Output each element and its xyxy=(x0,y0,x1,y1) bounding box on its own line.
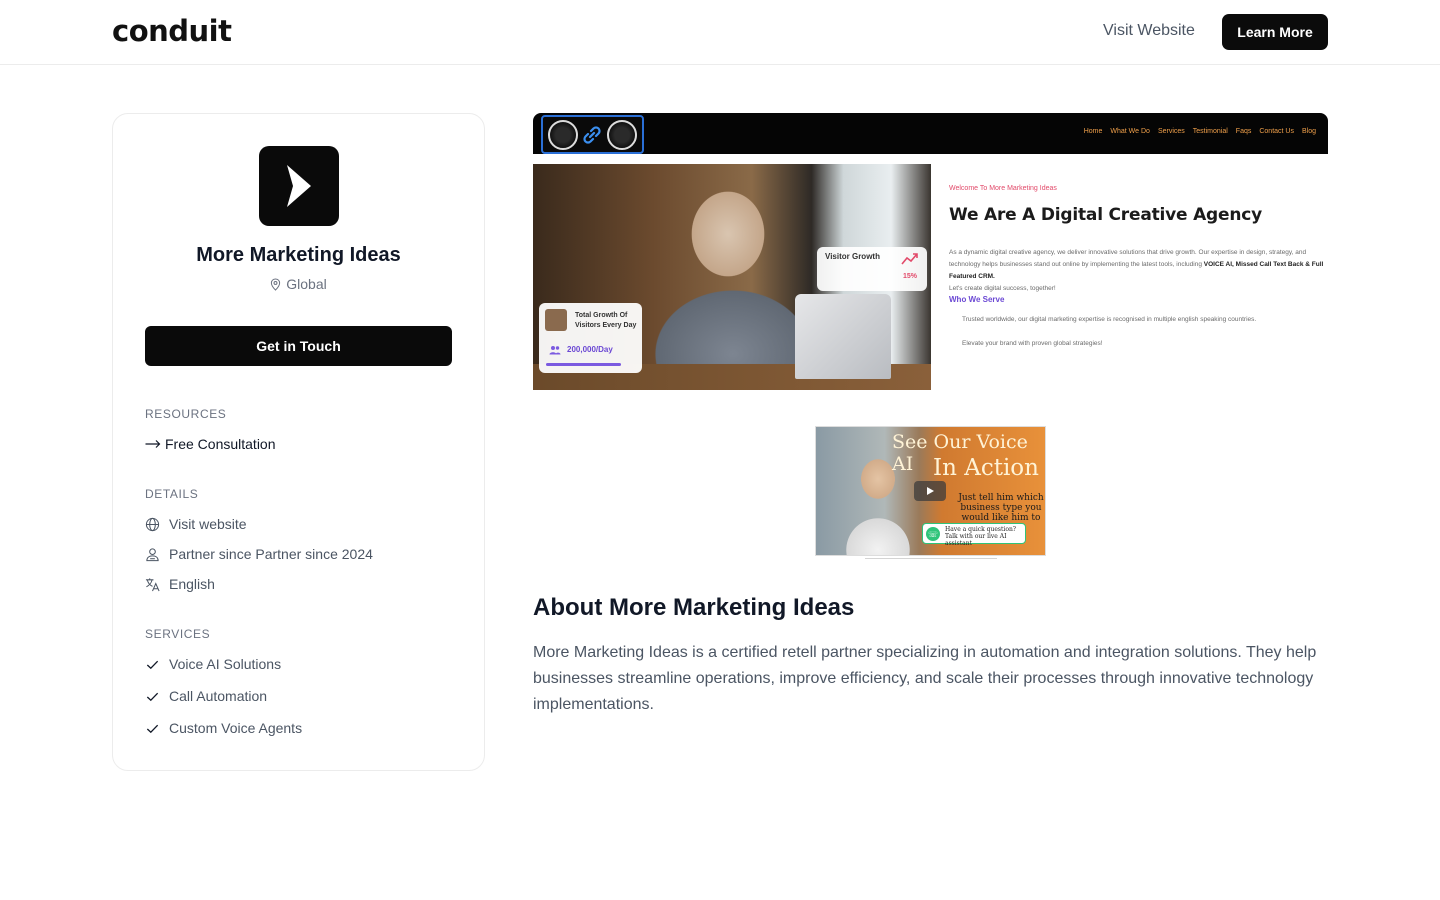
arrow-right-icon xyxy=(145,440,161,448)
preview-menu-item: Contact Us xyxy=(1259,128,1294,135)
globe-icon xyxy=(145,517,160,531)
about-body: More Marketing Ideas is a certified rete… xyxy=(533,644,1317,713)
trend-up-icon xyxy=(901,253,918,265)
users-icon xyxy=(146,547,159,561)
detail-label: English xyxy=(169,576,215,592)
chevron-right-icon xyxy=(287,165,311,207)
check-icon xyxy=(146,724,159,733)
detail-label: Partner since Partner since 2024 xyxy=(169,546,373,562)
detail-partner-since: Partner since Partner since 2024 xyxy=(145,546,373,562)
conduit-logo[interactable]: conduit xyxy=(112,14,232,48)
preview-navbar: Home What We Do Services Testimonial Faq… xyxy=(533,113,1328,154)
video-divider xyxy=(865,558,997,559)
preview-menu-item: Blog xyxy=(1301,128,1316,135)
detail-visit-website[interactable]: Visit website xyxy=(145,516,247,532)
preview-menu: Home What We Do Services Testimonial Faq… xyxy=(1084,128,1316,135)
translate-icon xyxy=(145,577,160,591)
growth-bar xyxy=(546,363,621,366)
play-button[interactable] xyxy=(914,481,946,501)
service-item: Call Automation xyxy=(145,688,267,704)
chat-line-2: Talk with our live AI assistant xyxy=(945,533,1007,547)
voice-ai-video[interactable]: See Our Voice AI In Action Just tell him… xyxy=(815,426,1046,556)
preview-body-line: Let's create digital success, together! xyxy=(949,285,1056,292)
check-icon xyxy=(146,692,159,701)
service-label: Call Automation xyxy=(169,688,268,704)
preview-hero-photo: Visitor Growth 15% Total Growth Of Visit… xyxy=(533,164,931,390)
service-item: Voice AI Solutions xyxy=(145,656,281,672)
video-subtitle: Just tell him which business type you wo… xyxy=(958,493,1044,523)
total-growth-label: Total Growth Of Visitors Every Day xyxy=(575,312,637,329)
preview-menu-item: What We Do xyxy=(1110,128,1150,135)
preview-logos xyxy=(541,115,644,154)
preview-menu-item: Faqs xyxy=(1235,128,1252,135)
service-label: Custom Voice Agents xyxy=(169,720,303,736)
top-nav: conduit Visit Website Learn More xyxy=(0,0,1440,65)
website-preview[interactable]: Home What We Do Services Testimonial Faq… xyxy=(533,113,1328,390)
preview-trusted: Trusted worldwide, our digital marketing… xyxy=(962,316,1257,323)
video-title-line2: In Action xyxy=(933,455,1039,481)
resource-label: Free Consultation xyxy=(165,436,276,452)
total-growth-value: 200,000/Day xyxy=(567,345,613,354)
chat-line-1: Have a quick question? xyxy=(945,526,1017,533)
visit-website-link[interactable]: Visit Website xyxy=(1103,22,1195,40)
visitor-growth-label: Visitor Growth xyxy=(825,252,880,261)
map-pin-icon xyxy=(271,277,281,291)
service-item: Custom Voice Agents xyxy=(145,720,302,736)
detail-language: English xyxy=(145,576,215,592)
play-icon xyxy=(927,487,934,495)
partner-location: Global xyxy=(113,276,484,292)
get-in-touch-button[interactable]: Get in Touch xyxy=(145,326,452,366)
detail-label: Visit website xyxy=(169,516,247,532)
learn-more-button[interactable]: Learn More xyxy=(1222,14,1328,50)
resource-free-consultation[interactable]: Free Consultation xyxy=(145,436,276,452)
badge-icon xyxy=(606,119,637,150)
preview-body-line: As a dynamic digital creative agency, we… xyxy=(949,249,1268,256)
preview-body: As a dynamic digital creative agency, we… xyxy=(949,247,1324,295)
details-heading: DETAILS xyxy=(145,487,199,501)
visitor-growth-pct: 15% xyxy=(902,273,917,280)
phone-icon: ☏ xyxy=(926,527,940,541)
preview-menu-item: Testimonial xyxy=(1192,128,1228,135)
location-label: Global xyxy=(286,276,327,292)
total-growth-card: Total Growth Of Visitors Every Day 200,0… xyxy=(539,303,642,373)
preview-who-we-serve: Who We Serve xyxy=(949,295,1005,304)
about-title: About More Marketing Ideas xyxy=(533,594,855,621)
preview-menu-item: Services xyxy=(1157,128,1185,135)
video-chat-card: ☏ Have a quick question? Talk with our l… xyxy=(922,523,1026,547)
laptop-shape xyxy=(795,294,891,379)
preview-welcome: Welcome To More Marketing Ideas xyxy=(949,185,1057,192)
seal-icon xyxy=(548,119,579,150)
preview-title: We Are A Digital Creative Agency xyxy=(949,205,1262,225)
preview-elevate: Elevate your brand with proven global st… xyxy=(962,340,1103,347)
visitor-growth-card: Visitor Growth 15% xyxy=(817,247,927,291)
link-icon xyxy=(583,125,602,144)
services-heading: SERVICES xyxy=(145,627,211,641)
partner-name: More Marketing Ideas xyxy=(196,244,401,266)
growth-thumb xyxy=(545,309,567,331)
partner-card: More Marketing Ideas Global Get in Touch… xyxy=(112,113,485,771)
users-icon xyxy=(549,346,561,355)
check-icon xyxy=(146,660,159,669)
service-label: Voice AI Solutions xyxy=(169,656,282,672)
partner-logo xyxy=(259,146,339,226)
resources-heading: RESOURCES xyxy=(145,407,227,421)
preview-menu-item: Home xyxy=(1083,128,1103,135)
